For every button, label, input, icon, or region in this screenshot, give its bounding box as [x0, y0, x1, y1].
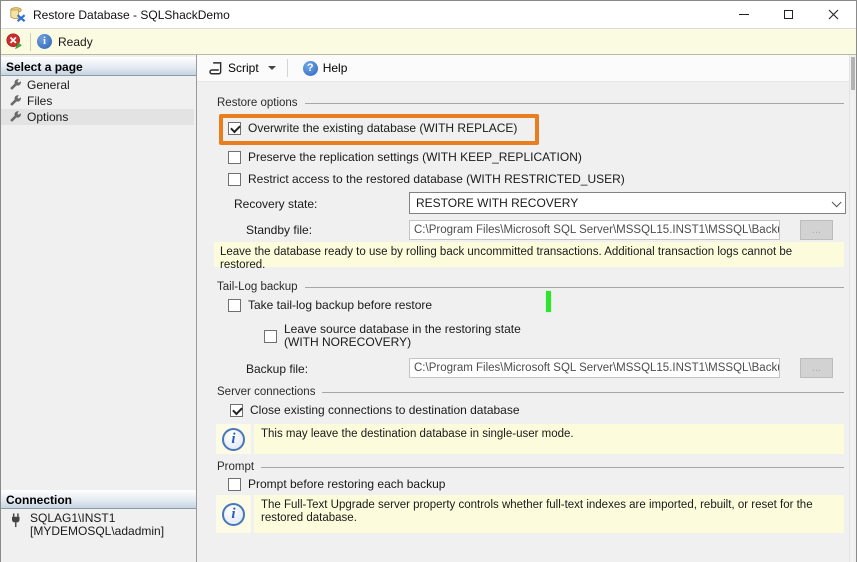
connection-info: SQLAG1\INST1 [MYDEMOSQL\adadmin]: [9, 512, 164, 538]
close-connections-checkbox[interactable]: [230, 403, 243, 417]
help-label: Help: [322, 61, 348, 75]
dialog-body: Select a page General Files Options Conn…: [1, 55, 856, 562]
title-bar: Restore Database - SQLShackDemo: [1, 1, 856, 28]
leave-source-checkbox-row[interactable]: Leave source database in the restoring s…: [264, 323, 521, 349]
backup-file-label: Backup file:: [246, 362, 309, 376]
minimize-icon: [738, 14, 749, 15]
connection-plug-icon: [12, 513, 20, 528]
standby-file-input[interactable]: C:\Program Files\Microsoft SQL Server\MS…: [409, 220, 780, 240]
info-icon-cell: i: [216, 424, 251, 454]
page-toolbar: Script ? Help: [197, 55, 856, 82]
restrict-access-checkbox-row[interactable]: Restrict access to the restored database…: [228, 172, 625, 186]
window-controls: [721, 1, 856, 28]
script-label: Script: [228, 61, 259, 75]
close-button[interactable]: [811, 1, 856, 28]
chevron-down-icon: [267, 66, 276, 70]
group-title: Server connections: [217, 386, 316, 398]
script-button[interactable]: Script: [201, 57, 283, 79]
group-title: Prompt: [217, 461, 255, 473]
maximize-icon: [784, 10, 793, 19]
overwrite-label: Overwrite the existing database (WITH RE…: [248, 121, 518, 135]
group-line: [322, 391, 844, 393]
chevron-down-icon: [831, 197, 842, 208]
prompt-before-restore-checkbox[interactable]: [228, 477, 241, 491]
backup-file-input[interactable]: C:\Program Files\Microsoft SQL Server\MS…: [409, 358, 780, 378]
single-user-note: This may leave the destination database …: [254, 424, 844, 454]
preserve-replication-checkbox-row[interactable]: Preserve the replication settings (WITH …: [228, 150, 582, 164]
recovery-state-label: Recovery state:: [234, 197, 318, 211]
full-text-note-row: i The Full-Text Upgrade server property …: [216, 495, 844, 533]
scrollbar-thumb[interactable]: [851, 57, 855, 90]
tail-log-group-header: Tail-Log backup: [217, 281, 844, 293]
standby-file-browse-button[interactable]: ...: [800, 220, 833, 240]
stop-error-icon: [6, 33, 22, 50]
preserve-replication-label: Preserve the replication settings (WITH …: [248, 150, 582, 164]
restore-database-dialog: Restore Database - SQLShackDemo i Ready …: [0, 0, 857, 562]
overwrite-checkbox[interactable]: [228, 121, 241, 135]
info-icon-cell: i: [216, 495, 251, 533]
recovery-note: Leave the database ready to use by rolli…: [214, 242, 844, 271]
connection-user: [MYDEMOSQL\adadmin]: [30, 524, 165, 538]
info-icon: i: [222, 502, 245, 526]
sidebar-item-label: General: [27, 78, 70, 92]
connection-header: Connection: [1, 490, 196, 509]
sidebar: Select a page General Files Options Conn…: [1, 55, 197, 562]
script-icon: [209, 61, 222, 74]
group-title: Restore options: [217, 97, 298, 109]
toolbar-separator: [286, 59, 288, 77]
take-tail-log-label: Take tail-log backup before restore: [248, 298, 433, 312]
wrench-icon: [10, 94, 21, 106]
status-strip: i Ready: [1, 28, 856, 55]
status-text: Ready: [58, 34, 93, 49]
preserve-replication-checkbox[interactable]: [228, 150, 241, 164]
full-text-note: The Full-Text Upgrade server property co…: [254, 495, 844, 533]
sidebar-item-label: Files: [27, 94, 53, 108]
sidebar-item-files[interactable]: Files: [1, 93, 194, 109]
close-icon: [828, 9, 839, 20]
restrict-access-checkbox[interactable]: [228, 172, 241, 186]
ready-info-icon: i: [37, 34, 52, 49]
options-page: Script ? Help Restore options Overwrite …: [197, 55, 856, 562]
info-icon: i: [222, 427, 245, 451]
wrench-icon: [10, 110, 21, 122]
restore-options-group-header: Restore options: [217, 97, 844, 109]
close-connections-checkbox-row[interactable]: Close existing connections to destinatio…: [230, 403, 520, 417]
sidebar-item-label: Options: [27, 110, 69, 124]
restrict-access-label: Restrict access to the restored database…: [248, 172, 625, 186]
recovery-state-dropdown[interactable]: RESTORE WITH RECOVERY: [409, 192, 846, 214]
group-title: Tail-Log backup: [217, 281, 298, 293]
prompt-group-header: Prompt: [217, 461, 844, 473]
green-caret-marker: [546, 291, 551, 312]
close-connections-label: Close existing connections to destinatio…: [250, 403, 520, 417]
take-tail-log-checkbox[interactable]: [228, 298, 241, 312]
toolbar-separator: [30, 32, 31, 51]
restore-database-icon: [10, 7, 26, 23]
select-a-page-header: Select a page: [1, 57, 196, 76]
backup-file-browse-button[interactable]: ...: [800, 358, 833, 378]
help-button[interactable]: ? Help: [296, 57, 355, 79]
take-tail-log-checkbox-row[interactable]: Take tail-log backup before restore: [228, 298, 432, 312]
leave-source-label-line2: (WITH NORECOVERY): [284, 335, 412, 349]
help-icon: ?: [302, 60, 318, 76]
prompt-before-restore-label: Prompt before restoring each backup: [248, 477, 446, 491]
server-connections-group-header: Server connections: [217, 386, 844, 398]
recovery-state-value: RESTORE WITH RECOVERY: [416, 196, 579, 210]
overwrite-checkbox-row[interactable]: Overwrite the existing database (WITH RE…: [228, 121, 517, 135]
group-line: [261, 466, 844, 468]
sidebar-item-general[interactable]: General: [1, 77, 194, 93]
minimize-button[interactable]: [721, 1, 766, 28]
single-user-note-row: i This may leave the destination databas…: [216, 424, 844, 454]
leave-source-checkbox[interactable]: [264, 329, 277, 343]
wrench-icon: [10, 78, 21, 90]
sidebar-item-options[interactable]: Options: [1, 109, 194, 125]
maximize-button[interactable]: [766, 1, 811, 28]
group-line: [304, 286, 844, 288]
vertical-scrollbar[interactable]: [849, 55, 856, 562]
group-line: [304, 102, 844, 104]
window-title: Restore Database - SQLShackDemo: [33, 7, 230, 22]
prompt-before-restore-checkbox-row[interactable]: Prompt before restoring each backup: [228, 477, 445, 491]
standby-file-label: Standby file:: [246, 223, 313, 237]
